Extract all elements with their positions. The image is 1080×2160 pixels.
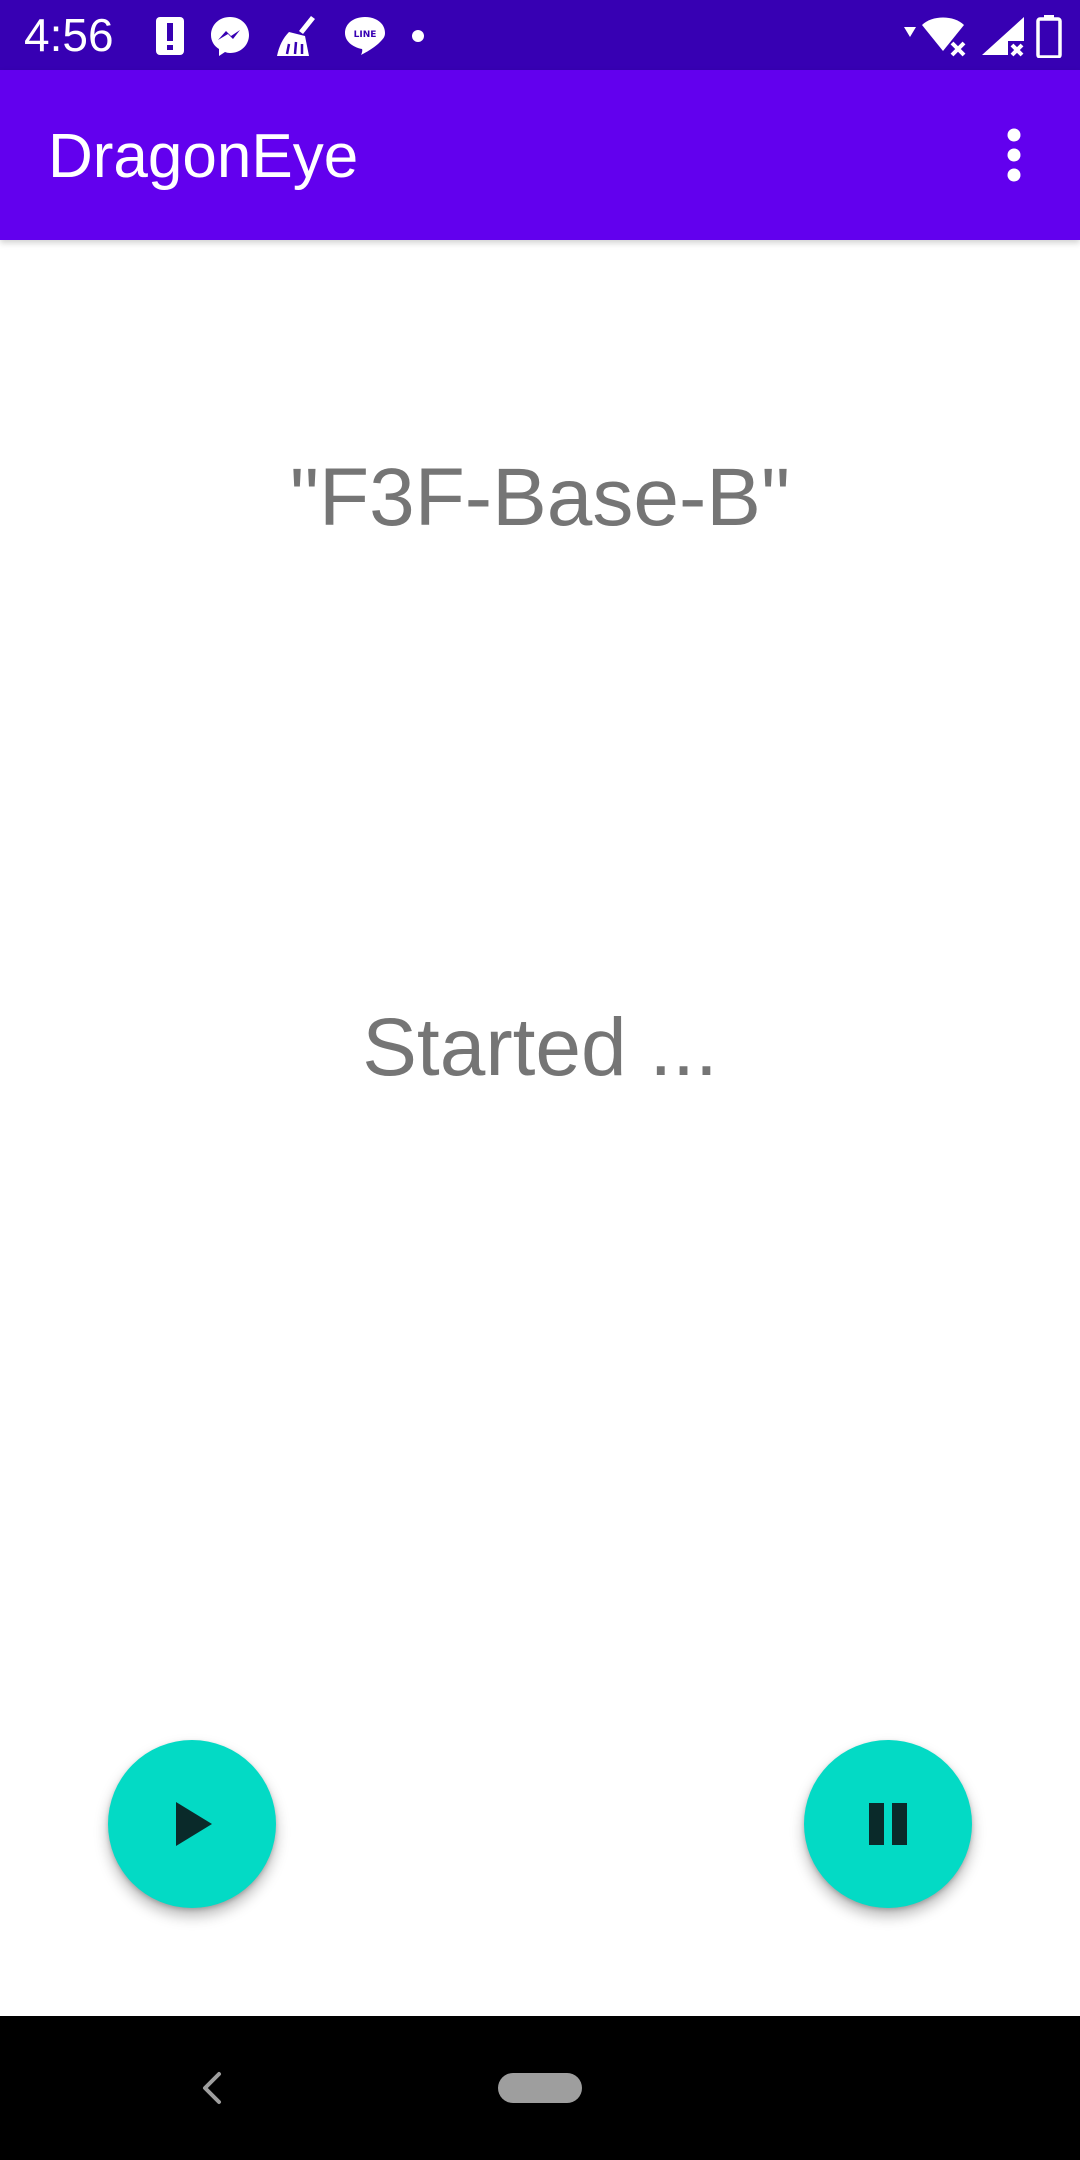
signal-off-icon bbox=[982, 17, 1024, 57]
battery-icon bbox=[1036, 15, 1062, 58]
back-chevron-icon bbox=[203, 2072, 221, 2104]
back-button[interactable] bbox=[180, 2056, 244, 2120]
svg-text:LINE: LINE bbox=[354, 30, 377, 40]
pause-icon bbox=[869, 1803, 907, 1845]
app-title: DragonEye bbox=[48, 122, 359, 191]
line-icon: LINE bbox=[345, 17, 385, 55]
broom-icon bbox=[277, 16, 315, 56]
overflow-menu-button[interactable] bbox=[974, 115, 1054, 195]
status-time: 4:56 bbox=[24, 9, 114, 61]
messenger-icon bbox=[211, 17, 249, 56]
play-icon bbox=[176, 1802, 212, 1846]
system-icons bbox=[902, 14, 1062, 58]
device-name-label: "F3F-Base-B" bbox=[289, 452, 791, 543]
navigation-bar bbox=[0, 2016, 1080, 2160]
screen: 4:56 LINE DragonEye "F3F-Base-B" Started… bbox=[0, 0, 1080, 2160]
home-pill-icon[interactable] bbox=[498, 2073, 582, 2103]
status-message: Started ... bbox=[362, 1002, 718, 1093]
status-bar: 4:56 LINE bbox=[0, 0, 1080, 70]
pause-button[interactable] bbox=[804, 1740, 972, 1908]
alert-icon bbox=[156, 17, 184, 55]
app-bar: DragonEye bbox=[0, 70, 1080, 240]
more-vert-icon bbox=[1007, 128, 1021, 182]
dot-icon bbox=[412, 30, 424, 42]
wifi-off-icon bbox=[904, 17, 966, 57]
notification-icons: LINE bbox=[155, 14, 425, 58]
play-button[interactable] bbox=[108, 1740, 276, 1908]
